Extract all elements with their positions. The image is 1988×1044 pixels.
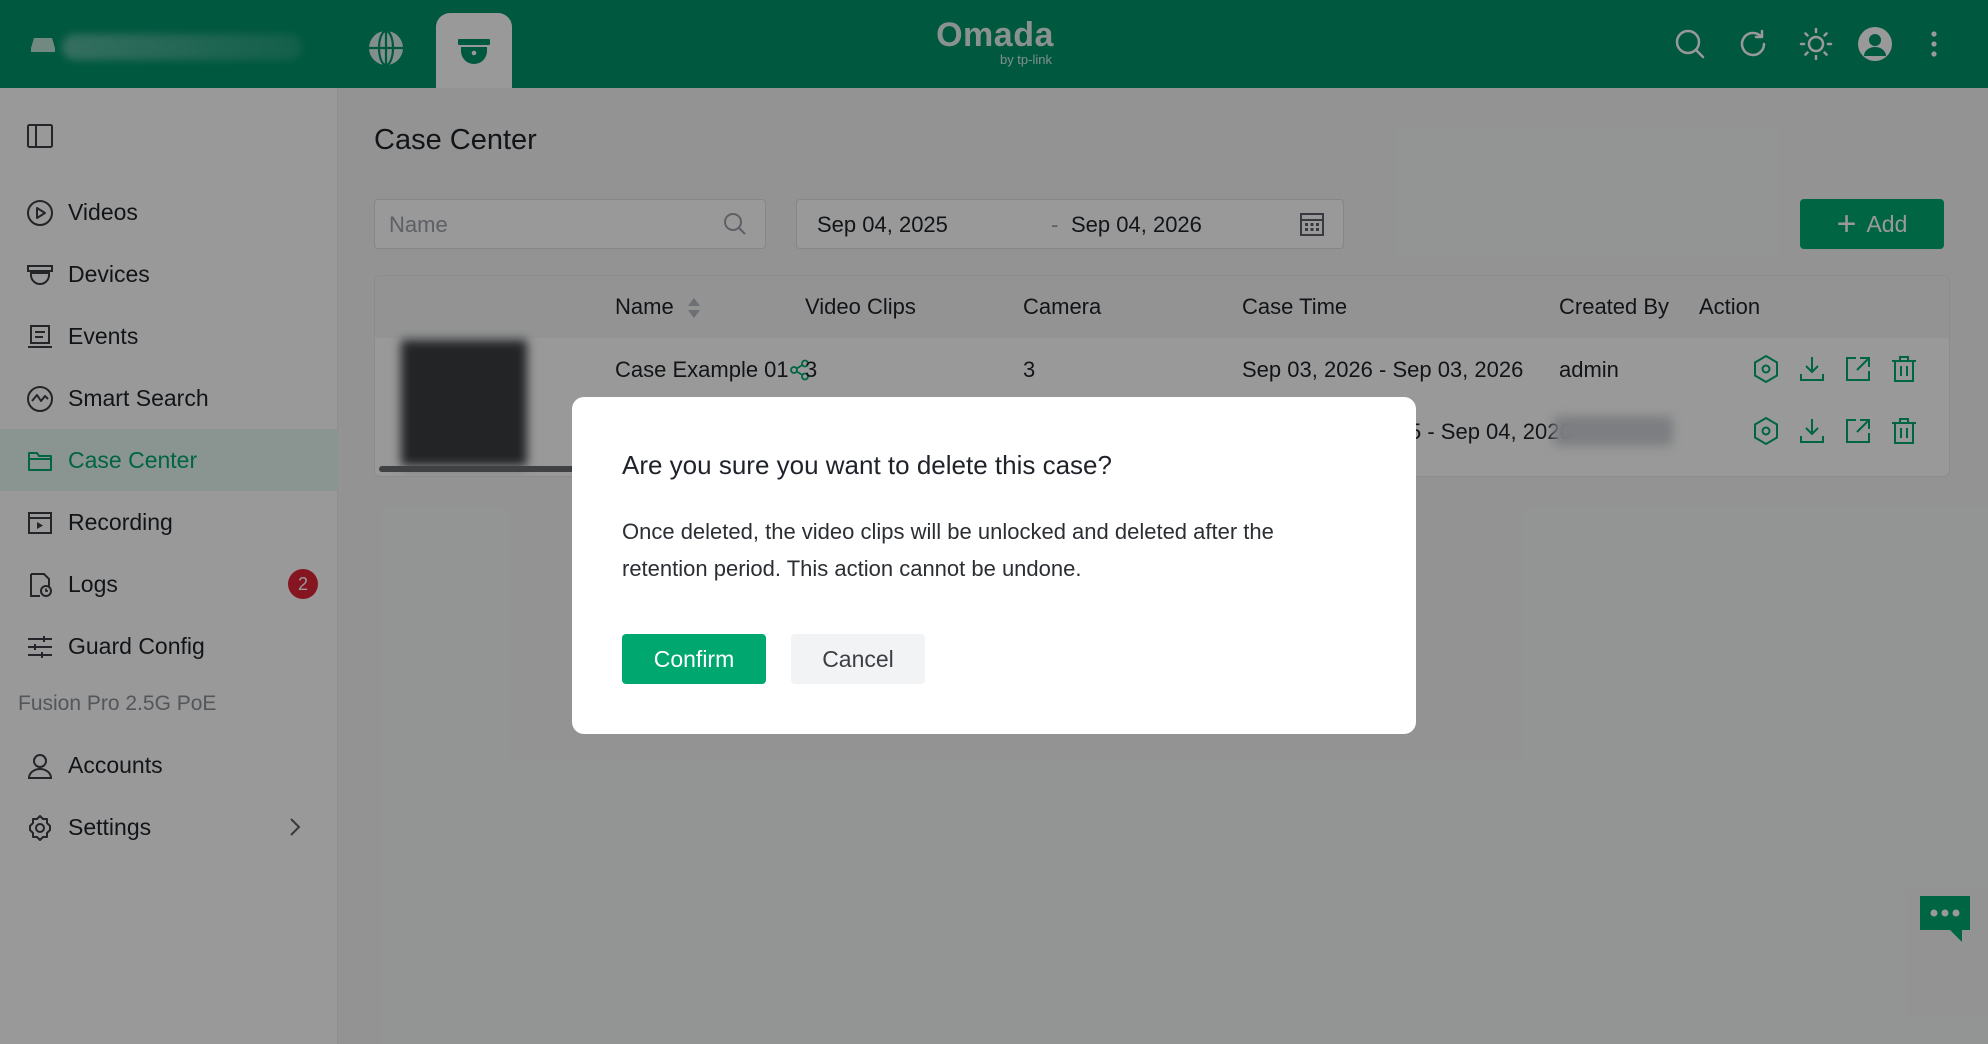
delete-confirm-dialog: Are you sure you want to delete this cas… xyxy=(572,397,1416,734)
dialog-title: Are you sure you want to delete this cas… xyxy=(622,450,1112,480)
dialog-message: Once deleted, the video clips will be un… xyxy=(622,519,1274,581)
confirm-button[interactable]: Confirm xyxy=(622,634,766,684)
cancel-button[interactable]: Cancel xyxy=(791,634,925,684)
